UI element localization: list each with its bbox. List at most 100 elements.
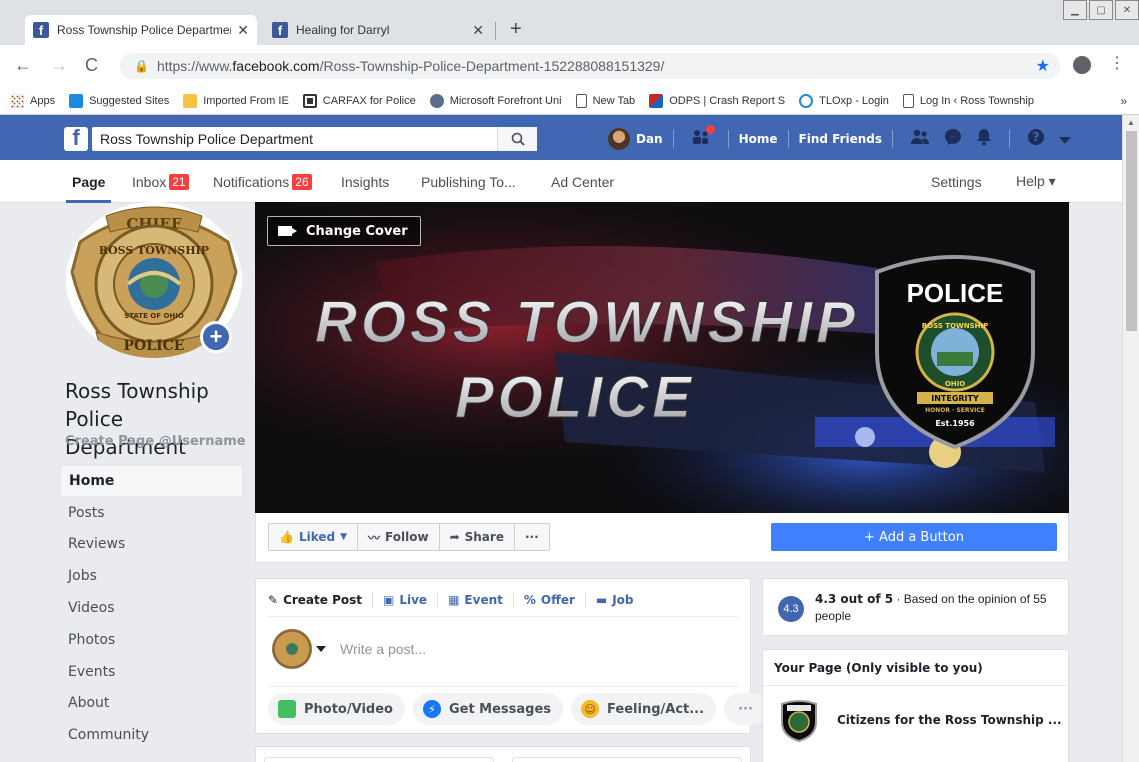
facebook-logo-icon[interactable]: f xyxy=(64,125,88,151)
back-arrow-icon[interactable]: ← xyxy=(14,55,32,75)
share-button[interactable]: ➦ Share xyxy=(440,524,515,550)
bookmark-suggested-sites[interactable]: Suggested Sites xyxy=(69,93,169,108)
left-nav-posts[interactable]: Posts xyxy=(60,497,243,529)
your-page-item[interactable]: Citizens for the Ross Township ... xyxy=(763,686,1068,742)
search-input[interactable]: Ross Township Police Department xyxy=(92,127,537,151)
feeling-activity-button[interactable]: ☺ Feeling/Act... xyxy=(571,693,717,725)
find-friends-link[interactable]: Find Friends xyxy=(799,132,883,146)
tab-insights[interactable]: Insights xyxy=(341,160,389,203)
job-tab[interactable]: ▬ Job xyxy=(596,593,634,607)
left-nav-home[interactable]: Home xyxy=(60,465,243,497)
tab-help[interactable]: Help ▾ xyxy=(1016,160,1056,203)
change-cover-button[interactable]: Change Cover xyxy=(267,216,421,246)
scrollbar-thumb[interactable] xyxy=(1126,131,1137,331)
tab-label: Settings xyxy=(931,173,982,190)
pencil-icon: ✎ xyxy=(268,593,279,607)
more-options-button[interactable]: ··· xyxy=(724,693,767,725)
bookmark-log-in[interactable]: Log In ‹ Ross Township xyxy=(902,93,1034,108)
bookmark-imported-from-ie[interactable]: Imported From IE xyxy=(183,93,289,108)
tab-settings[interactable]: Settings xyxy=(931,160,982,203)
create-username-link[interactable]: Create Page @Username xyxy=(65,434,246,449)
close-tab-icon[interactable]: ✕ xyxy=(472,22,484,39)
left-nav-community[interactable]: Community xyxy=(60,719,243,751)
left-nav-about[interactable]: About xyxy=(60,688,243,720)
bookmark-odps[interactable]: ODPS | Crash Report S xyxy=(649,93,785,108)
page-scrollbar[interactable]: ▲ xyxy=(1122,115,1139,762)
more-dots-icon: ··· xyxy=(738,701,753,717)
new-tab-button[interactable]: + xyxy=(510,19,522,39)
offer-tab[interactable]: % Offer xyxy=(524,593,575,607)
user-avatar[interactable] xyxy=(608,128,630,150)
composer-divider xyxy=(268,686,738,687)
forward-arrow-icon[interactable]: → xyxy=(50,55,68,75)
liked-button[interactable]: 👍 Liked ▼ xyxy=(269,524,359,550)
tab-notifications[interactable]: Notifications 26 xyxy=(213,160,312,203)
follow-button[interactable]: 〰 Follow xyxy=(358,524,440,550)
bookmark-apps[interactable]: Apps xyxy=(10,93,55,108)
url-bar[interactable]: 🔒 https://www. facebook.com/Ross-Township… xyxy=(120,53,1060,79)
left-nav-events[interactable]: Events xyxy=(60,656,243,688)
friend-requests-icon[interactable] xyxy=(910,129,930,149)
tab-ad-center[interactable]: Ad Center xyxy=(551,160,614,203)
search-icon[interactable] xyxy=(497,127,537,151)
write-post-placeholder[interactable]: Write a post... xyxy=(340,641,426,657)
share-label: Share xyxy=(464,530,504,544)
offer-tag-icon: % xyxy=(523,593,536,607)
url-prefix: https://www. xyxy=(156,58,233,74)
nav-divider xyxy=(892,130,894,148)
browser-menu-icon[interactable]: ⋮ xyxy=(1109,54,1125,74)
maximize-button[interactable]: ▢ xyxy=(1089,0,1113,20)
cover-photo[interactable]: ROSS TOWNSHIP POLICE POLICE ROSS TOWNSHI… xyxy=(255,202,1069,513)
home-link[interactable]: Home xyxy=(739,132,778,146)
left-nav-reviews[interactable]: Reviews xyxy=(60,529,243,561)
more-dots-icon: ··· xyxy=(524,530,539,544)
bookmark-carfax[interactable]: CARFAX for Police xyxy=(302,93,416,108)
photo-video-button[interactable]: Photo/Video xyxy=(268,693,405,725)
profile-icon[interactable] xyxy=(1073,56,1091,74)
scroll-up-icon[interactable]: ▲ xyxy=(1127,118,1135,127)
rating-score[interactable]: 4.3 out of 5 xyxy=(815,592,893,606)
tab-page[interactable]: Page xyxy=(66,160,112,203)
chevron-down-icon[interactable] xyxy=(316,646,326,652)
account-menu-caret-icon[interactable] xyxy=(1059,130,1072,149)
notifications-bell-icon[interactable] xyxy=(976,128,992,150)
page-action-buttons: 👍 Liked ▼ 〰 Follow ➦ Share ··· xyxy=(268,523,550,551)
page-avatar xyxy=(272,629,312,669)
event-tab[interactable]: ▦ Event xyxy=(448,593,503,607)
close-tab-icon[interactable]: ✕ xyxy=(237,22,249,39)
calendar-icon: ▦ xyxy=(448,593,460,607)
write-post-row[interactable]: Write a post... xyxy=(272,629,426,669)
more-actions-button[interactable]: ··· xyxy=(515,524,549,550)
close-window-button[interactable]: ✕ xyxy=(1115,0,1139,20)
minimize-button[interactable]: ▁ xyxy=(1063,0,1087,20)
bookmark-forefront[interactable]: Microsoft Forefront Uni xyxy=(429,93,562,108)
create-icon[interactable] xyxy=(691,125,715,149)
tab-label: Notifications xyxy=(213,173,290,190)
get-messages-button[interactable]: ⚡ Get Messages xyxy=(412,693,564,725)
inbox-count-badge: 21 xyxy=(169,173,189,190)
add-a-button[interactable]: + Add a Button xyxy=(771,523,1057,551)
left-nav-jobs[interactable]: Jobs xyxy=(60,560,243,592)
left-nav-photos[interactable]: Photos xyxy=(60,624,243,656)
bookmark-label: New Tab xyxy=(592,94,636,107)
get-messages-label: Get Messages xyxy=(448,701,552,717)
help-icon[interactable]: ? xyxy=(1027,128,1045,150)
bookmark-new-tab[interactable]: New Tab xyxy=(575,93,636,108)
event-label: Event xyxy=(464,593,503,607)
browser-tab-active[interactable]: f Ross Township Police Department - H ✕ xyxy=(25,15,257,45)
tab-publishing-tools[interactable]: Publishing To... xyxy=(421,160,516,203)
tab-inbox[interactable]: Inbox 21 xyxy=(132,160,189,203)
card-placeholder xyxy=(264,757,494,762)
more-bookmarks-button[interactable]: » xyxy=(1120,94,1127,108)
left-nav-videos[interactable]: Videos xyxy=(60,592,243,624)
messenger-icon[interactable] xyxy=(944,128,962,150)
live-tab[interactable]: ▣ Live xyxy=(383,593,427,607)
user-name-link[interactable]: Dan xyxy=(636,132,663,146)
reload-icon[interactable]: C xyxy=(85,55,98,75)
update-profile-picture-button[interactable]: + xyxy=(200,321,232,353)
bookmark-tloxp[interactable]: TLOxp - Login xyxy=(799,93,889,108)
browser-tab[interactable]: f Healing for Darryl ✕ xyxy=(264,15,492,45)
patch-ring-text: ROSS TOWNSHIP xyxy=(922,322,989,330)
bookmark-star-icon[interactable]: ★ xyxy=(1036,56,1050,76)
create-post-tab[interactable]: ✎ Create Post xyxy=(268,593,362,607)
